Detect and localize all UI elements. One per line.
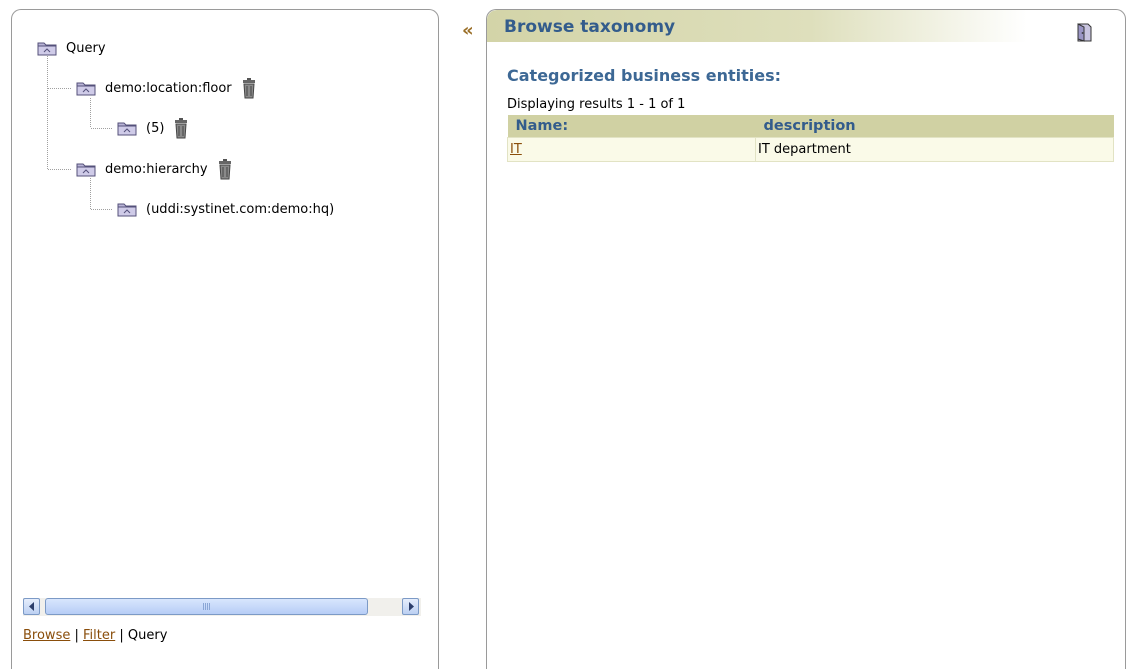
link-separator: | xyxy=(74,628,79,643)
tree-node-hq[interactable]: (uddi:systinet.com:demo:hq) xyxy=(117,198,334,220)
horizontal-scrollbar[interactable] xyxy=(23,598,421,616)
scroll-left-icon xyxy=(28,602,34,611)
panel-title: Browse taxonomy xyxy=(504,17,676,37)
collapse-panel-button[interactable]: « xyxy=(462,22,474,40)
scroll-right-button[interactable] xyxy=(402,598,419,615)
link-separator: | xyxy=(119,628,124,643)
thumb-grip xyxy=(202,603,211,610)
scroll-left-button[interactable] xyxy=(23,598,40,615)
tree-node-label: (uddi:systinet.com:demo:hq) xyxy=(146,201,335,217)
entity-link[interactable]: IT xyxy=(510,142,522,157)
results-count: Displaying results 1 - 1 of 1 xyxy=(507,97,686,112)
folder-icon xyxy=(76,163,96,177)
trash-icon[interactable] xyxy=(174,117,188,139)
panel-header: Browse taxonomy xyxy=(487,10,1027,42)
tree-node-query[interactable]: Query xyxy=(37,37,106,59)
folder-icon xyxy=(76,82,96,96)
folder-icon xyxy=(117,122,137,136)
tree-node-label: demo:location:floor xyxy=(105,80,232,96)
scrollbar-thumb[interactable] xyxy=(45,598,368,615)
column-header-description[interactable]: description xyxy=(755,115,1114,138)
tree-node-hierarchy[interactable]: demo:hierarchy xyxy=(76,158,232,180)
tree-node-label: Query xyxy=(66,40,106,56)
taxonomy-tree-panel: Query demo:location:floor (5) demo:hiera… xyxy=(11,9,439,669)
table-row: IT IT department xyxy=(507,137,1114,162)
filter-link[interactable]: Filter xyxy=(83,628,115,643)
folder-icon xyxy=(117,203,137,217)
browse-taxonomy-panel: Browse taxonomy Categorized business ent… xyxy=(486,9,1126,669)
trash-icon[interactable] xyxy=(242,77,256,99)
results-table: Name: description IT IT department xyxy=(507,115,1114,162)
column-header-name[interactable]: Name: xyxy=(507,115,756,138)
exit-icon[interactable] xyxy=(1077,23,1092,42)
name-cell: IT xyxy=(507,137,756,162)
browse-link[interactable]: Browse xyxy=(23,628,70,643)
tree-node-location-floor[interactable]: demo:location:floor xyxy=(76,77,256,99)
trash-icon[interactable] xyxy=(218,158,232,180)
section-title: Categorized business entities: xyxy=(507,66,782,85)
table-header-row: Name: description xyxy=(507,115,1114,138)
description-cell: IT department xyxy=(755,137,1114,162)
scroll-right-icon xyxy=(408,602,414,611)
query-mode-label: Query xyxy=(127,628,168,643)
tree-node-label: demo:hierarchy xyxy=(105,161,208,177)
tree-node-value-5[interactable]: (5) xyxy=(117,117,188,139)
folder-icon xyxy=(37,42,57,56)
tree-node-label: (5) xyxy=(146,120,165,136)
tree-mode-links: Browse | Filter | Query xyxy=(23,628,167,643)
